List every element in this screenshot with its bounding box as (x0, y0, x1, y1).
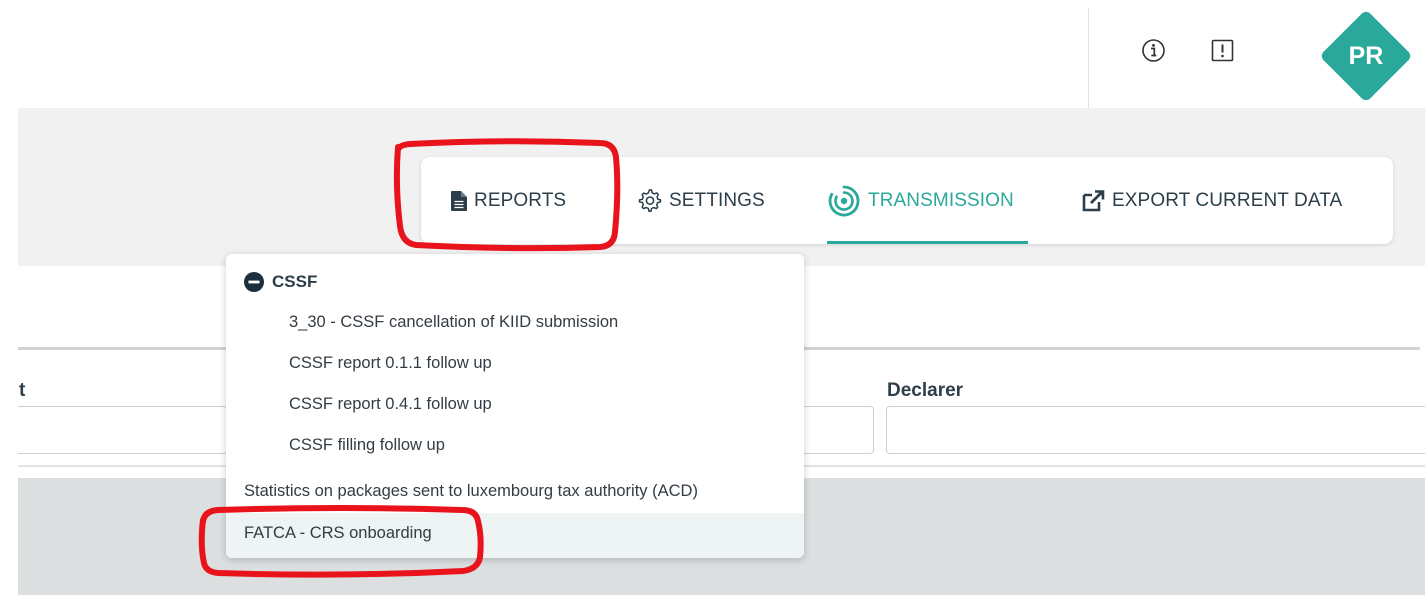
export-label: EXPORT CURRENT DATA (1112, 189, 1343, 211)
document-icon (451, 190, 467, 211)
menu-item-highlighted[interactable]: FATCA - CRS onboarding (226, 513, 804, 558)
info-icon[interactable] (1141, 38, 1166, 63)
declarer-label: Declarer (887, 380, 964, 401)
action-toolbar: REPORTS SETTINGS TRANSMISSION EXPORT CUR… (421, 157, 1393, 244)
reports-button[interactable]: REPORTS (451, 157, 566, 244)
menu-item[interactable]: CSSF report 0.1.1 follow up (226, 344, 804, 382)
app-window: PR REPORTS SETTINGS TRANSMISSION EXPORT … (0, 0, 1425, 595)
menu-item[interactable]: Statistics on packages sent to luxembour… (226, 472, 804, 510)
top-bar: PR (0, 0, 1425, 108)
reports-dropdown-menu: CSSF 3_30 - CSSF cancellation of KIID su… (226, 254, 804, 558)
transmission-label: TRANSMISSION (868, 189, 1014, 211)
menu-item[interactable]: CSSF report 0.4.1 follow up (226, 385, 804, 423)
alert-icon[interactable] (1210, 38, 1235, 63)
settings-label: SETTINGS (669, 189, 765, 211)
top-bar-divider (1088, 8, 1089, 108)
avatar-initials: PR (1348, 42, 1384, 70)
menu-item[interactable]: 3_30 - CSSF cancellation of KIID submiss… (226, 303, 804, 341)
filter-input-left[interactable] (18, 406, 228, 454)
gear-icon (638, 188, 662, 212)
menu-item[interactable]: CSSF filling follow up (226, 426, 804, 464)
collapse-minus-icon[interactable] (244, 272, 264, 292)
transmission-icon (828, 185, 860, 216)
declarer-input[interactable] (886, 406, 1425, 454)
menu-group-cssf[interactable]: CSSF (244, 271, 317, 293)
settings-button[interactable]: SETTINGS (638, 157, 765, 244)
filter-label-partial: t (19, 380, 26, 401)
avatar[interactable]: PR (1319, 9, 1413, 103)
active-tab-indicator (827, 241, 1028, 244)
reports-label: REPORTS (474, 189, 567, 211)
external-link-icon (1082, 189, 1105, 211)
menu-group-label: CSSF (272, 272, 318, 291)
tab-transmission[interactable]: TRANSMISSION (827, 157, 1014, 244)
export-current-data-button[interactable]: EXPORT CURRENT DATA (1081, 157, 1342, 244)
